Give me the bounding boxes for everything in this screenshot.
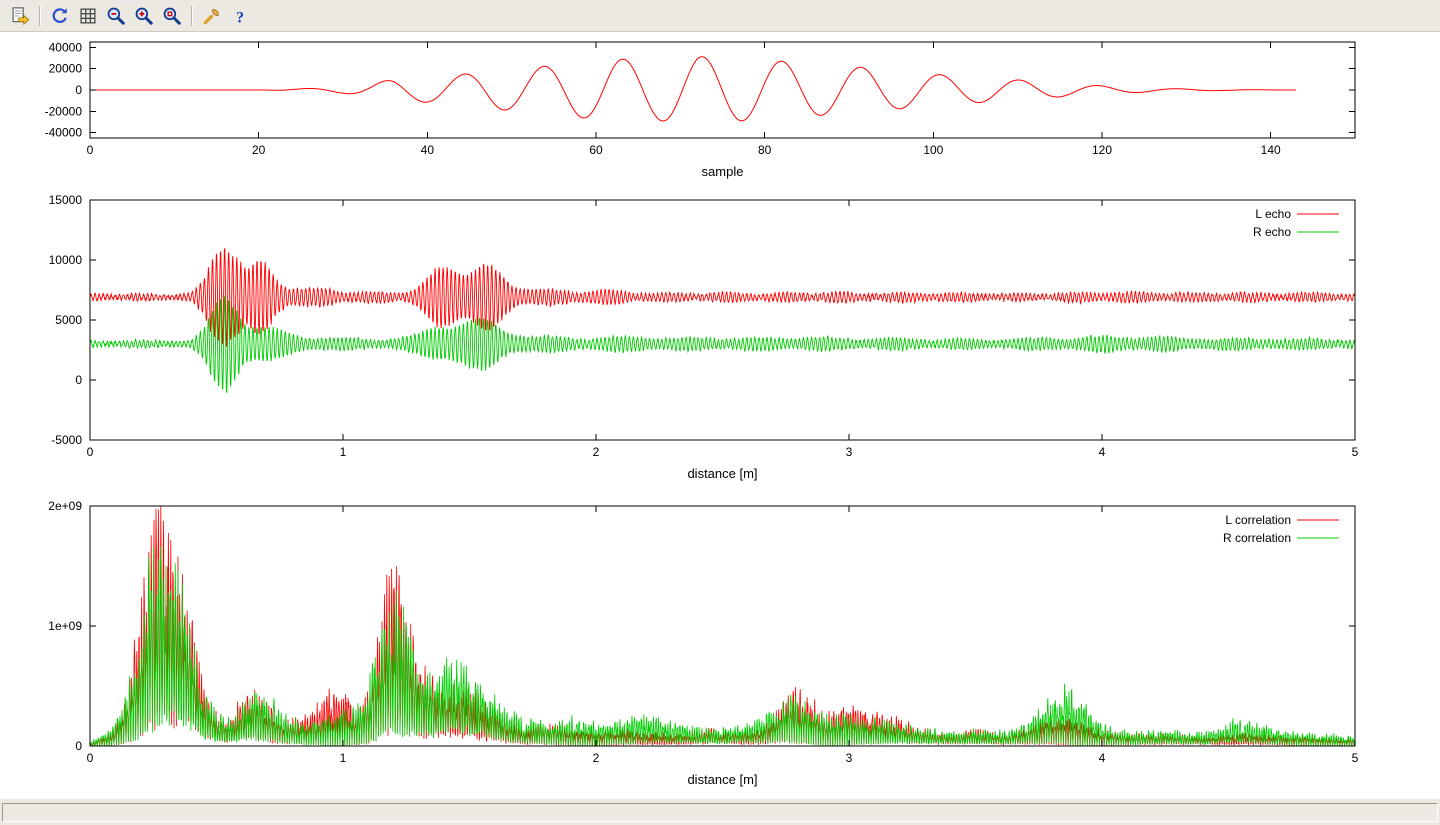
plot-border <box>90 200 1355 440</box>
clipboard-copy-icon <box>10 6 30 26</box>
autoscale-button[interactable] <box>159 3 185 29</box>
series-R-correlation <box>90 546 1355 746</box>
x-tick-label: 60 <box>589 143 603 157</box>
x-tick-label: 80 <box>758 143 772 157</box>
plot-canvas-correlation[interactable]: 0 1 2 3 4 5 2e+09 1e+09 0 distance [m] L correlati… <box>0 482 1440 798</box>
x-tick-label: 0 <box>87 143 94 157</box>
copy-button[interactable] <box>7 3 33 29</box>
help-button[interactable]: ? <box>227 3 253 29</box>
y-tick-label: 10000 <box>49 253 83 267</box>
y-tick-label: 5000 <box>55 313 82 327</box>
grid-button[interactable] <box>75 3 101 29</box>
x-tick-label: 100 <box>923 143 943 157</box>
svg-text:?: ? <box>236 8 244 26</box>
status-text <box>2 803 1438 822</box>
x-tick-label: 140 <box>1261 143 1281 157</box>
y-tick-label: 2e+09 <box>48 499 82 513</box>
x-tick-label: 20 <box>252 143 266 157</box>
series-L-correlation <box>90 506 1355 746</box>
configure-button[interactable] <box>199 3 225 29</box>
y-tick-label: 1e+09 <box>48 619 82 633</box>
legend-label: L echo <box>1255 207 1291 221</box>
y-tick-label: -20000 <box>45 104 83 118</box>
help-icon: ? <box>230 6 250 26</box>
y-tick-label: 0 <box>75 83 82 97</box>
x-tick-label: 0 <box>87 751 94 765</box>
x-tick-label: 5 <box>1352 445 1359 459</box>
x-tick-label: 40 <box>421 143 435 157</box>
plot-stack: 02040608010012014040000200000-20000-4000… <box>0 32 1440 798</box>
x-tick-label: 120 <box>1092 143 1112 157</box>
replot-button[interactable] <box>47 3 73 29</box>
x-tick-label: 3 <box>846 751 853 765</box>
plot-canvas-echo[interactable]: 0 1 2 3 4 5 15000 10000 5000 0 -5000 distance [m] L … <box>0 182 1440 482</box>
y-tick-label: 20000 <box>49 62 83 76</box>
x-tick-label: 4 <box>1099 445 1106 459</box>
x-axis-label: distance [m] <box>687 772 757 787</box>
magnifier-autoscale-icon <box>162 6 182 26</box>
legend-label: R echo <box>1253 225 1291 239</box>
grid-icon <box>78 6 98 26</box>
x-tick-label: 2 <box>593 751 600 765</box>
y-tick-label: -5000 <box>51 433 82 447</box>
toolbar-separator <box>191 6 193 26</box>
x-axis-label: distance [m] <box>687 466 757 481</box>
x-tick-label: 1 <box>340 751 347 765</box>
x-tick-label: 1 <box>340 445 347 459</box>
y-tick-label: -40000 <box>45 126 83 140</box>
x-tick-label: 3 <box>846 445 853 459</box>
magnifier-next-icon <box>134 6 154 26</box>
x-tick-label: 2 <box>593 445 600 459</box>
x-axis-label: sample <box>702 164 744 179</box>
replot-icon <box>50 6 70 26</box>
series-L-echo <box>90 249 1355 347</box>
zoom-previous-button[interactable] <box>103 3 129 29</box>
magnifier-previous-icon <box>106 6 126 26</box>
x-tick-label: 0 <box>87 445 94 459</box>
y-tick-label: 0 <box>75 373 82 387</box>
y-tick-label: 0 <box>75 739 82 753</box>
y-tick-label: 40000 <box>49 40 83 54</box>
wrench-icon <box>202 6 222 26</box>
toolbar: ? <box>0 0 1440 32</box>
gnuplot-window: ? 02040608010012014040000200000-20000-40… <box>0 0 1440 825</box>
x-tick-label: 4 <box>1099 751 1106 765</box>
x-tick-label: 5 <box>1352 751 1359 765</box>
series-pulse <box>90 57 1296 121</box>
plot-canvas-signal[interactable]: 0 20 40 60 80 100 120 140 40000 20000 0 -20000 -4000… <box>0 32 1440 182</box>
y-tick-label: 15000 <box>49 193 83 207</box>
status-bar <box>0 798 1440 825</box>
toolbar-separator <box>39 6 41 26</box>
plot-border <box>90 506 1355 746</box>
zoom-next-button[interactable] <box>131 3 157 29</box>
legend-label: R correlation <box>1223 531 1291 545</box>
legend-label: L correlation <box>1225 513 1291 527</box>
